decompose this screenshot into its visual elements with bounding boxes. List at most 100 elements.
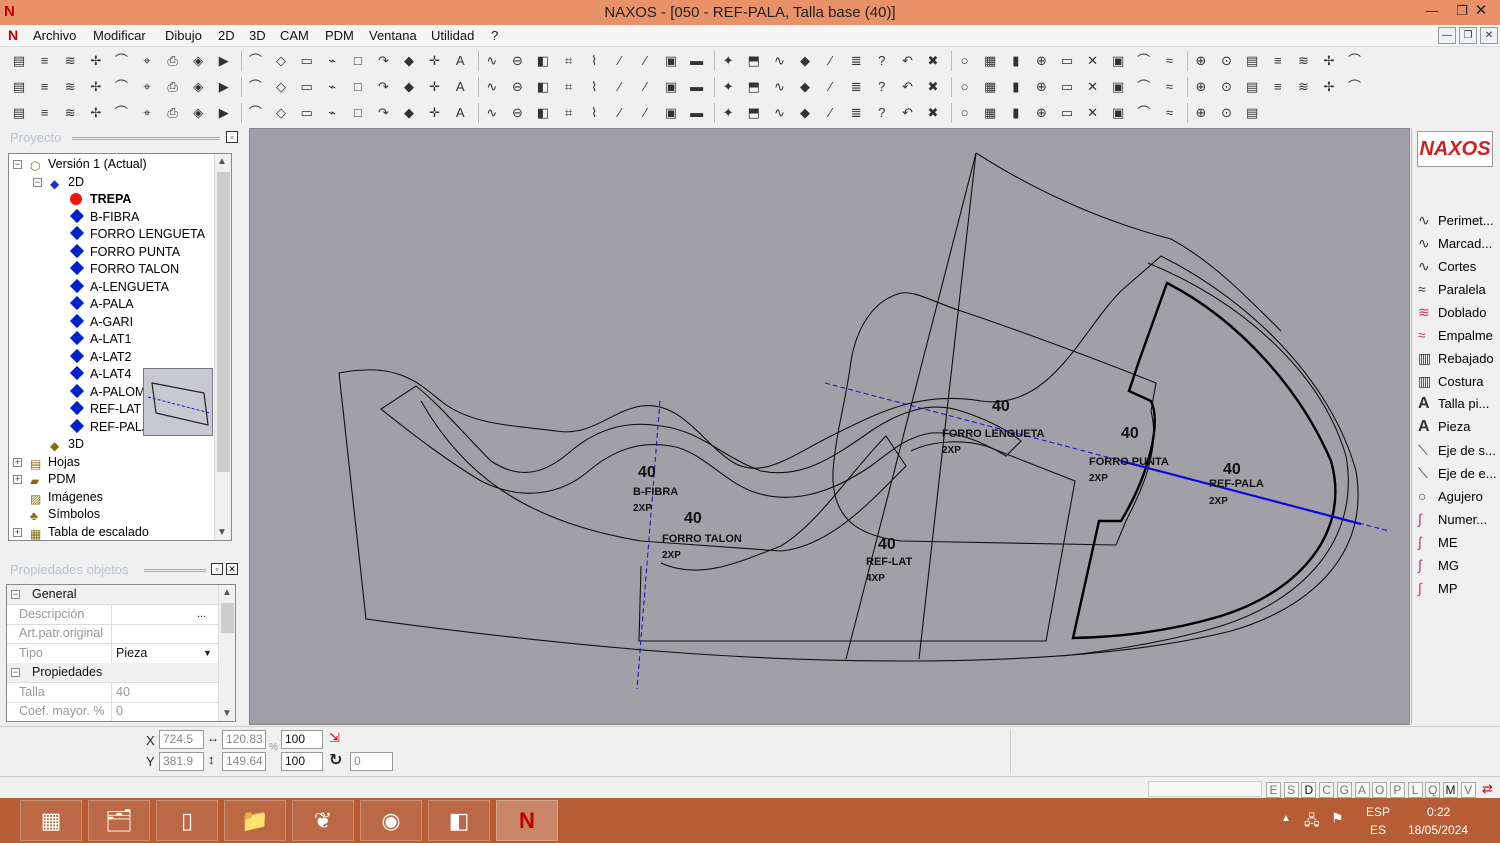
scroll-up-icon[interactable]: ▲ [217,156,227,167]
toolbar-tool-icon[interactable]: ▣ [662,104,680,122]
toolbar-tool-icon[interactable]: ▦ [981,104,999,122]
toolbar-tool-icon[interactable]: ∿ [483,52,501,70]
toolbar-tool-icon[interactable]: ▤ [1243,78,1261,96]
toolbar-tool-icon[interactable]: ▶ [215,78,233,96]
tree-item[interactable]: A-PALOMA [69,383,154,401]
toolbar-tool-icon[interactable]: ⊕ [1032,52,1050,70]
toolbar-tool-icon[interactable]: ✖ [924,52,942,70]
palette-tool[interactable]: ≈ Paralela [1418,279,1486,299]
toolbar-tool-icon[interactable]: ◈ [189,52,207,70]
status-flag[interactable]: L [1407,782,1423,798]
toolbar-tool-icon[interactable]: ○ [956,52,974,70]
tree-expander-icon[interactable]: + [13,457,22,467]
taskbar-folder-icon[interactable]: 📁 [224,800,286,841]
toolbar-tool-icon[interactable]: ◇ [272,52,290,70]
toolbar-tool-icon[interactable]: ∕ [822,52,840,70]
toolbar-tool-icon[interactable]: ⌒ [1346,78,1364,96]
document-icon[interactable]: N [8,27,18,43]
toolbar-tool-icon[interactable]: ∿ [770,52,788,70]
toolbar-tool-icon[interactable]: ? [873,104,891,122]
tree-item[interactable]: ▨ Imágenes [30,489,103,506]
toolbar-tool-icon[interactable]: ↷ [374,78,392,96]
toolbar-tool-icon[interactable]: ⌒ [1346,52,1364,70]
toolbar-tool-icon[interactable]: ✢ [87,78,105,96]
panel-pin-icon[interactable]: ▫ [226,131,238,143]
status-flag[interactable]: A [1354,782,1370,798]
tree-scroll-thumb[interactable] [217,172,230,472]
toolbar-tool-icon[interactable]: ✕ [1084,52,1102,70]
toolbar-tool-icon[interactable]: ↶ [898,78,916,96]
toolbar-tool-icon[interactable]: ▣ [1109,104,1127,122]
toolbar-tool-icon[interactable]: ○ [956,104,974,122]
toolbar-tool-icon[interactable]: ▬ [688,78,706,96]
props-pin-icon[interactable]: ▫ [211,563,223,575]
toolbar-tool-icon[interactable]: ◆ [400,52,418,70]
tree-expander-icon[interactable]: + [13,527,22,537]
toolbar-tool-icon[interactable]: ◇ [272,104,290,122]
palette-tool[interactable]: ○ Agujero [1418,486,1483,506]
toolbar-tool-icon[interactable]: □ [349,78,367,96]
tree-expander-icon[interactable]: + [13,475,22,484]
palette-tool[interactable]: ▥ Rebajado [1418,348,1494,368]
tree-item[interactable]: FORRO PUNTA [69,243,180,261]
tray-time[interactable]: 0:22 [1427,805,1450,819]
toolbar-tool-icon[interactable]: ⊕ [1032,78,1050,96]
toolbar-tool-icon[interactable]: ↶ [898,52,916,70]
tree-item[interactable]: ◆ 3D [50,436,84,453]
toolbar-tool-icon[interactable]: ⌇ [585,104,603,122]
toolbar-tool-icon[interactable]: ≋ [61,78,79,96]
status-flag[interactable]: D [1301,782,1317,798]
toolbar-tool-icon[interactable]: ✢ [1320,52,1338,70]
toolbar-tool-icon[interactable]: □ [349,104,367,122]
group-collapse-icon[interactable]: − [11,668,20,677]
property-group[interactable]: − General [7,585,219,605]
toolbar-tool-icon[interactable]: ◆ [400,78,418,96]
toolbar-tool-icon[interactable]: ▶ [215,104,233,122]
pattern-drawing[interactable]: 40 B-FIBRA 2XP 40 FORRO TALON 2XP 40 FOR… [250,129,1410,725]
taskbar-app-icon[interactable]: ▯ [156,800,218,841]
menu-modificar[interactable]: Modificar [93,28,146,43]
status-flag[interactable]: S [1283,782,1299,798]
toolbar-tool-icon[interactable]: ▣ [662,78,680,96]
palette-tool[interactable]: ▥ Costura [1418,371,1484,391]
toolbar-tool-icon[interactable]: ≡ [36,78,54,96]
toolbar-tool-icon[interactable]: ⁄ [636,52,654,70]
tray-keyboard[interactable]: ES [1370,823,1386,837]
x-coordinate-field[interactable]: 724.5 [159,730,204,749]
toolbar-tool-icon[interactable]: ▭ [1058,104,1076,122]
toolbar-tool-icon[interactable]: ⁄ [636,78,654,96]
width-field[interactable]: 120.83 [222,730,266,749]
menu-pdm[interactable]: PDM [325,28,354,43]
panel-grip[interactable] [72,137,220,140]
tree-item[interactable]: ⬡ Versión 1 (Actual) [30,156,147,173]
toolbar-tool-icon[interactable]: ✖ [924,78,942,96]
status-flag[interactable]: V [1460,782,1476,798]
tray-date[interactable]: 18/05/2024 [1408,823,1468,837]
toolbar-tool-icon[interactable]: ⌁ [323,78,341,96]
toolbar-tool-icon[interactable]: ✛ [426,104,444,122]
menu-utilidad[interactable]: Utilidad [431,28,474,43]
toolbar-tool-icon[interactable]: ⊕ [1192,104,1210,122]
toolbar-tool-icon[interactable]: ▤ [10,78,28,96]
toolbar-tool-icon[interactable]: ▮ [1007,104,1025,122]
toolbar-tool-icon[interactable]: ⎙ [164,104,182,122]
toolbar-tool-icon[interactable]: ✛ [426,78,444,96]
toolbar-tool-icon[interactable]: ≈ [1160,52,1178,70]
toolbar-tool-icon[interactable]: ▭ [1058,78,1076,96]
minimize-button[interactable]: — [1417,0,1447,22]
angle-field[interactable]: 0 [350,752,393,771]
toolbar-tool-icon[interactable]: ↷ [374,104,392,122]
toolbar-tool-icon[interactable]: ◧ [534,78,552,96]
tree-item[interactable]: ▰ PDM [30,471,76,488]
toolbar-tool-icon[interactable]: ⊕ [1032,104,1050,122]
toolbar-tool-icon[interactable]: ⁄ [636,104,654,122]
taskbar-chrome-icon[interactable]: ◉ [360,800,422,841]
toolbar-tool-icon[interactable]: ◆ [400,104,418,122]
toolbar-tool-icon[interactable]: A [451,78,469,96]
toolbar-tool-icon[interactable]: ✦ [719,52,737,70]
toolbar-tool-icon[interactable]: ≋ [61,104,79,122]
props-scroll-up-icon[interactable]: ▲ [222,587,232,598]
props-scroll-thumb[interactable] [221,603,234,633]
toolbar-tool-icon[interactable]: ≣ [847,104,865,122]
toolbar-tool-icon[interactable]: ≋ [61,52,79,70]
